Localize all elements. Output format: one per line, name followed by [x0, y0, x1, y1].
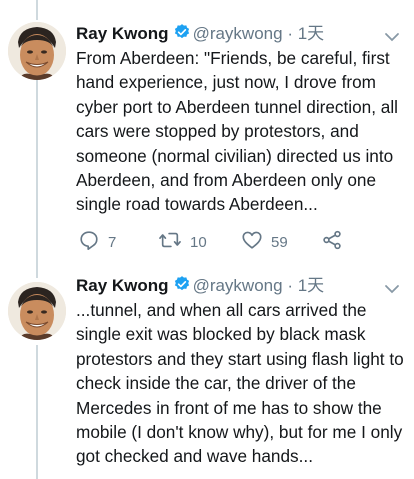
tweet-text: From Aberdeen: "Friends, be careful, fir… — [76, 48, 398, 215]
author-name[interactable]: Ray Kwong — [76, 276, 169, 295]
like-button[interactable]: 59 — [241, 230, 288, 254]
reply-button[interactable]: 7 — [78, 230, 116, 254]
retweet-button[interactable]: 10 — [158, 230, 207, 254]
timestamp[interactable]: 1天 — [298, 24, 324, 43]
separator-dot: · — [287, 276, 293, 295]
reply-count: 7 — [108, 233, 117, 251]
retweet-icon — [158, 229, 182, 255]
tweet-actions: 7 10 59 — [78, 230, 378, 254]
avatar[interactable] — [8, 22, 66, 80]
verified-icon — [173, 275, 191, 300]
like-icon — [241, 229, 263, 255]
tweet-header: Ray Kwong @raykwong · 1天 — [76, 22, 324, 46]
timestamp[interactable]: 1天 — [298, 276, 324, 295]
like-count: 59 — [271, 233, 288, 251]
tweet-2[interactable]: Ray Kwong @raykwong · 1天 ...tunnel, and … — [0, 265, 414, 479]
author-name[interactable]: Ray Kwong — [76, 24, 169, 43]
share-button[interactable] — [321, 230, 343, 254]
tweet-header: Ray Kwong @raykwong · 1天 — [76, 274, 324, 298]
author-handle[interactable]: @raykwong — [193, 24, 283, 43]
separator-dot: · — [287, 24, 293, 43]
share-icon — [321, 229, 343, 255]
tweet-1[interactable]: Ray Kwong @raykwong · 1天 From Aberdeen: … — [0, 0, 414, 265]
reply-icon — [78, 229, 100, 255]
avatar[interactable] — [8, 282, 66, 340]
tweet-text: ...tunnel, and when all cars arrived the… — [76, 300, 404, 467]
author-handle[interactable]: @raykwong — [193, 276, 283, 295]
verified-icon — [173, 23, 191, 48]
retweet-count: 10 — [190, 233, 207, 251]
